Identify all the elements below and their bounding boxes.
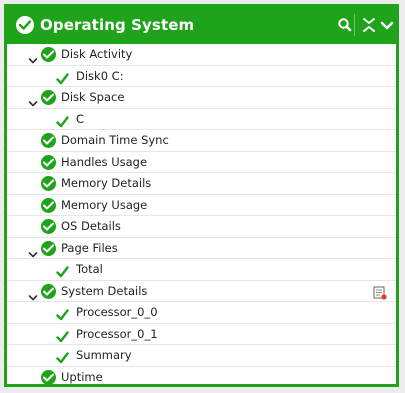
tree-row[interactable]: Disk Space [7,87,396,109]
tree-row-label[interactable]: Page Files [61,241,118,255]
status-ok-icon [41,47,56,62]
checkmark-icon [56,263,69,278]
chevron-down-icon[interactable] [28,50,38,64]
tree-row[interactable]: Total [7,259,396,281]
tree-row-label[interactable]: Memory Usage [61,198,147,212]
tree-row-label[interactable]: Handles Usage [61,155,147,169]
tree-row-label[interactable]: Disk Space [61,90,124,104]
status-ok-icon [41,283,56,299]
tree-row[interactable]: C [7,109,396,130]
tree-row[interactable]: Disk0 C: [7,66,396,87]
chevron-down-icon[interactable] [377,15,397,35]
tree-row-label[interactable]: Domain Time Sync [61,133,169,147]
tree-row-label[interactable]: OS Details [61,219,121,233]
tree-row[interactable]: Page Files [7,238,396,259]
tree-row-label[interactable]: Summary [76,348,132,362]
status-ok-icon [41,219,56,234]
collapse-all-icon[interactable] [359,15,379,35]
tree-row-label[interactable]: Processor_0_0 [76,305,158,319]
report-icon[interactable] [373,285,387,300]
checkmark-icon [56,349,69,364]
tree-row-label[interactable]: Disk Activity [61,47,132,61]
status-ok-icon [41,240,56,256]
tree-row[interactable]: OS Details [7,216,396,238]
tree-row[interactable]: Uptime [7,367,396,389]
operating-system-panel: Operating System Disk Activity Disk0 C: Di… [4,4,399,387]
status-ok-icon [16,16,34,34]
tree-row[interactable]: Memory Details [7,173,396,195]
chevron-down-icon[interactable] [28,244,38,257]
status-ok-icon [41,90,56,105]
checkmark-icon [56,328,69,342]
panel-header[interactable]: Operating System [7,7,396,44]
chevron-down-icon[interactable] [28,93,38,107]
tree-row-label[interactable]: C [76,112,84,126]
status-ok-icon [41,176,56,191]
tree-row[interactable]: Handles Usage [7,152,396,173]
tree-row-label[interactable]: System Details [61,284,147,298]
search-icon[interactable] [335,15,355,35]
status-ok-icon [41,154,56,170]
tree-row[interactable]: Domain Time Sync [7,130,396,152]
status-ok-icon [41,369,56,385]
tree-row-label[interactable]: Memory Details [61,176,151,190]
tree-row[interactable]: Processor_0_1 [7,324,396,345]
chevron-down-icon[interactable] [28,287,38,300]
tree-list: Disk Activity Disk0 C: Disk Space C Domain T… [7,44,396,388]
checkmark-icon [56,113,69,127]
tree-row-label[interactable]: Disk0 C: [76,69,124,83]
tree-row[interactable]: Processor_0_0 [7,302,396,324]
tree-row-label[interactable]: Processor_0_1 [76,327,158,341]
tree-row[interactable]: System Details [7,281,396,302]
checkmark-icon [56,306,69,321]
tree-row[interactable]: Memory Usage [7,195,396,216]
tree-row[interactable]: Summary [7,345,396,367]
panel-title: Operating System [40,16,195,34]
tree-row[interactable]: Disk Activity [7,44,396,66]
status-ok-icon [41,133,56,148]
checkmark-icon [56,70,69,84]
header-divider [354,14,355,36]
tree-row-label[interactable]: Total [76,262,103,276]
status-ok-icon [41,197,56,213]
tree-row-label[interactable]: Uptime [61,370,103,384]
